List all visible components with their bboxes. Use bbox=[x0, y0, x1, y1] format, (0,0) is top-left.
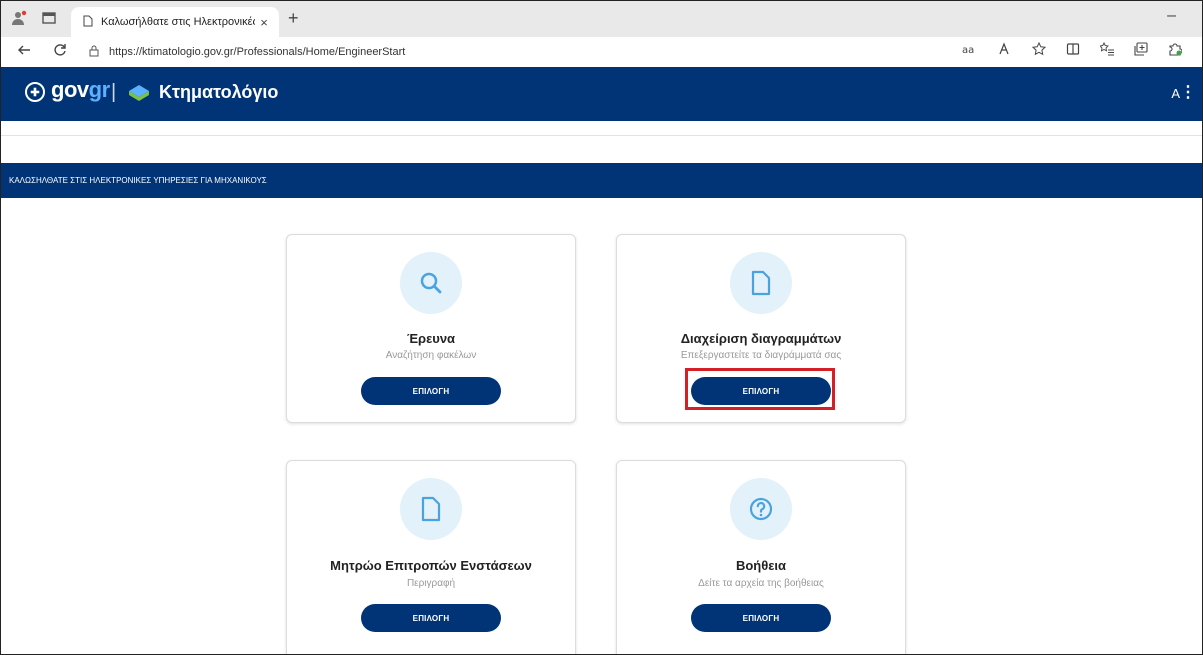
card-subtitle: Περιγραφή bbox=[406, 578, 456, 589]
card-title: Έρευνα bbox=[406, 331, 456, 346]
site-header: ✚ govgr | Κτηματολόγιο A ⋮ bbox=[1, 67, 1202, 121]
highlight-box bbox=[685, 368, 835, 410]
page-icon bbox=[83, 15, 93, 30]
tab-active[interactable]: Καλωσήλθατε στις Ηλεκτρονικές × bbox=[71, 7, 279, 37]
collections-icon[interactable] bbox=[1134, 42, 1148, 59]
favorites-list-icon[interactable] bbox=[1099, 41, 1114, 59]
card-help: Βοήθεια Δείτε τα αρχεία της βοήθειας ΕΠΙ… bbox=[616, 460, 906, 654]
tab-bar: Καλωσήλθατε στις Ηλεκτρονικές × + – bbox=[1, 1, 1202, 37]
close-tab-icon[interactable]: × bbox=[255, 15, 273, 30]
select-button-registry[interactable]: ΕΠΙΛΟΓΗ bbox=[361, 604, 501, 632]
header-strip bbox=[1, 121, 1202, 136]
welcome-banner-text: ΚΑΛΩΣΗΛΘΑΤΕ ΣΤΙΣ ΗΛΕΚΤΡΟΝΙΚΕΣ ΥΠΗΡΕΣΙΕΣ … bbox=[9, 176, 267, 185]
card-subtitle: Επεξεργαστείτε τα διαγράμματά σας bbox=[680, 350, 842, 361]
site-name[interactable]: Κτηματολόγιο bbox=[159, 82, 278, 103]
new-tab-button[interactable]: + bbox=[288, 8, 299, 29]
tab-title: Καλωσήλθατε στις Ηλεκτρονικές bbox=[101, 16, 255, 28]
lock-icon bbox=[89, 45, 99, 60]
browser-window: Καλωσήλθατε στις Ηλεκτρονικές × + – http… bbox=[0, 0, 1203, 655]
browser-tools: aa bbox=[962, 41, 1183, 59]
card-title: Βοήθεια bbox=[735, 558, 787, 573]
govgr-logo[interactable]: govgr bbox=[51, 77, 110, 103]
card-title: Διαχείριση διαγραμμάτων bbox=[680, 331, 842, 346]
logo-gov: gov bbox=[51, 77, 89, 102]
document-icon bbox=[400, 478, 462, 540]
tab-actions-icon[interactable] bbox=[41, 10, 57, 26]
card-subtitle: Αναζήτηση φακέλων bbox=[385, 350, 477, 361]
svg-text:aa: aa bbox=[962, 45, 974, 56]
welcome-banner: ΚΑΛΩΣΗΛΘΑΤΕ ΣΤΙΣ ΗΛΕΚΤΡΟΝΙΚΕΣ ΥΠΗΡΕΣΙΕΣ … bbox=[1, 163, 1202, 198]
minimize-button[interactable]: – bbox=[1167, 7, 1176, 25]
more-menu-icon[interactable]: ⋮ bbox=[1180, 82, 1196, 102]
split-screen-icon[interactable] bbox=[1066, 42, 1080, 59]
logo-gr: gr bbox=[88, 77, 111, 102]
ktimatologio-logo-icon bbox=[129, 85, 149, 101]
search-icon bbox=[400, 252, 462, 314]
card-title: Μητρώο Επιτροπών Ενστάσεων bbox=[330, 558, 532, 573]
help-icon bbox=[730, 478, 792, 540]
user-avatar[interactable]: A bbox=[1171, 86, 1180, 101]
gov-emblem-icon: ✚ bbox=[25, 82, 45, 102]
card-subtitle: Δείτε τα αρχεία της βοήθειας bbox=[698, 578, 824, 589]
refresh-icon[interactable] bbox=[53, 43, 67, 61]
address-bar: https://ktimatologio.gov.gr/Professional… bbox=[1, 37, 1202, 68]
select-button-search[interactable]: ΕΠΙΛΟΓΗ bbox=[361, 377, 501, 405]
url-field[interactable]: https://ktimatologio.gov.gr/Professional… bbox=[89, 41, 939, 63]
back-icon[interactable] bbox=[17, 43, 31, 61]
read-aloud-icon[interactable] bbox=[998, 42, 1012, 59]
select-button-help[interactable]: ΕΠΙΛΟΓΗ bbox=[691, 604, 831, 632]
document-icon bbox=[730, 252, 792, 314]
url-text: https://ktimatologio.gov.gr/Professional… bbox=[109, 46, 406, 58]
logo-separator: | bbox=[111, 81, 117, 103]
translate-icon[interactable]: aa bbox=[962, 42, 978, 59]
extensions-icon[interactable] bbox=[1168, 42, 1183, 59]
card-objections-registry: Μητρώο Επιτροπών Ενστάσεων Περιγραφή ΕΠΙ… bbox=[286, 460, 576, 654]
profile-icon[interactable] bbox=[11, 10, 27, 26]
favorite-icon[interactable] bbox=[1031, 41, 1047, 59]
card-search: Έρευνα Αναζήτηση φακέλων ΕΠΙΛΟΓΗ bbox=[286, 234, 576, 423]
